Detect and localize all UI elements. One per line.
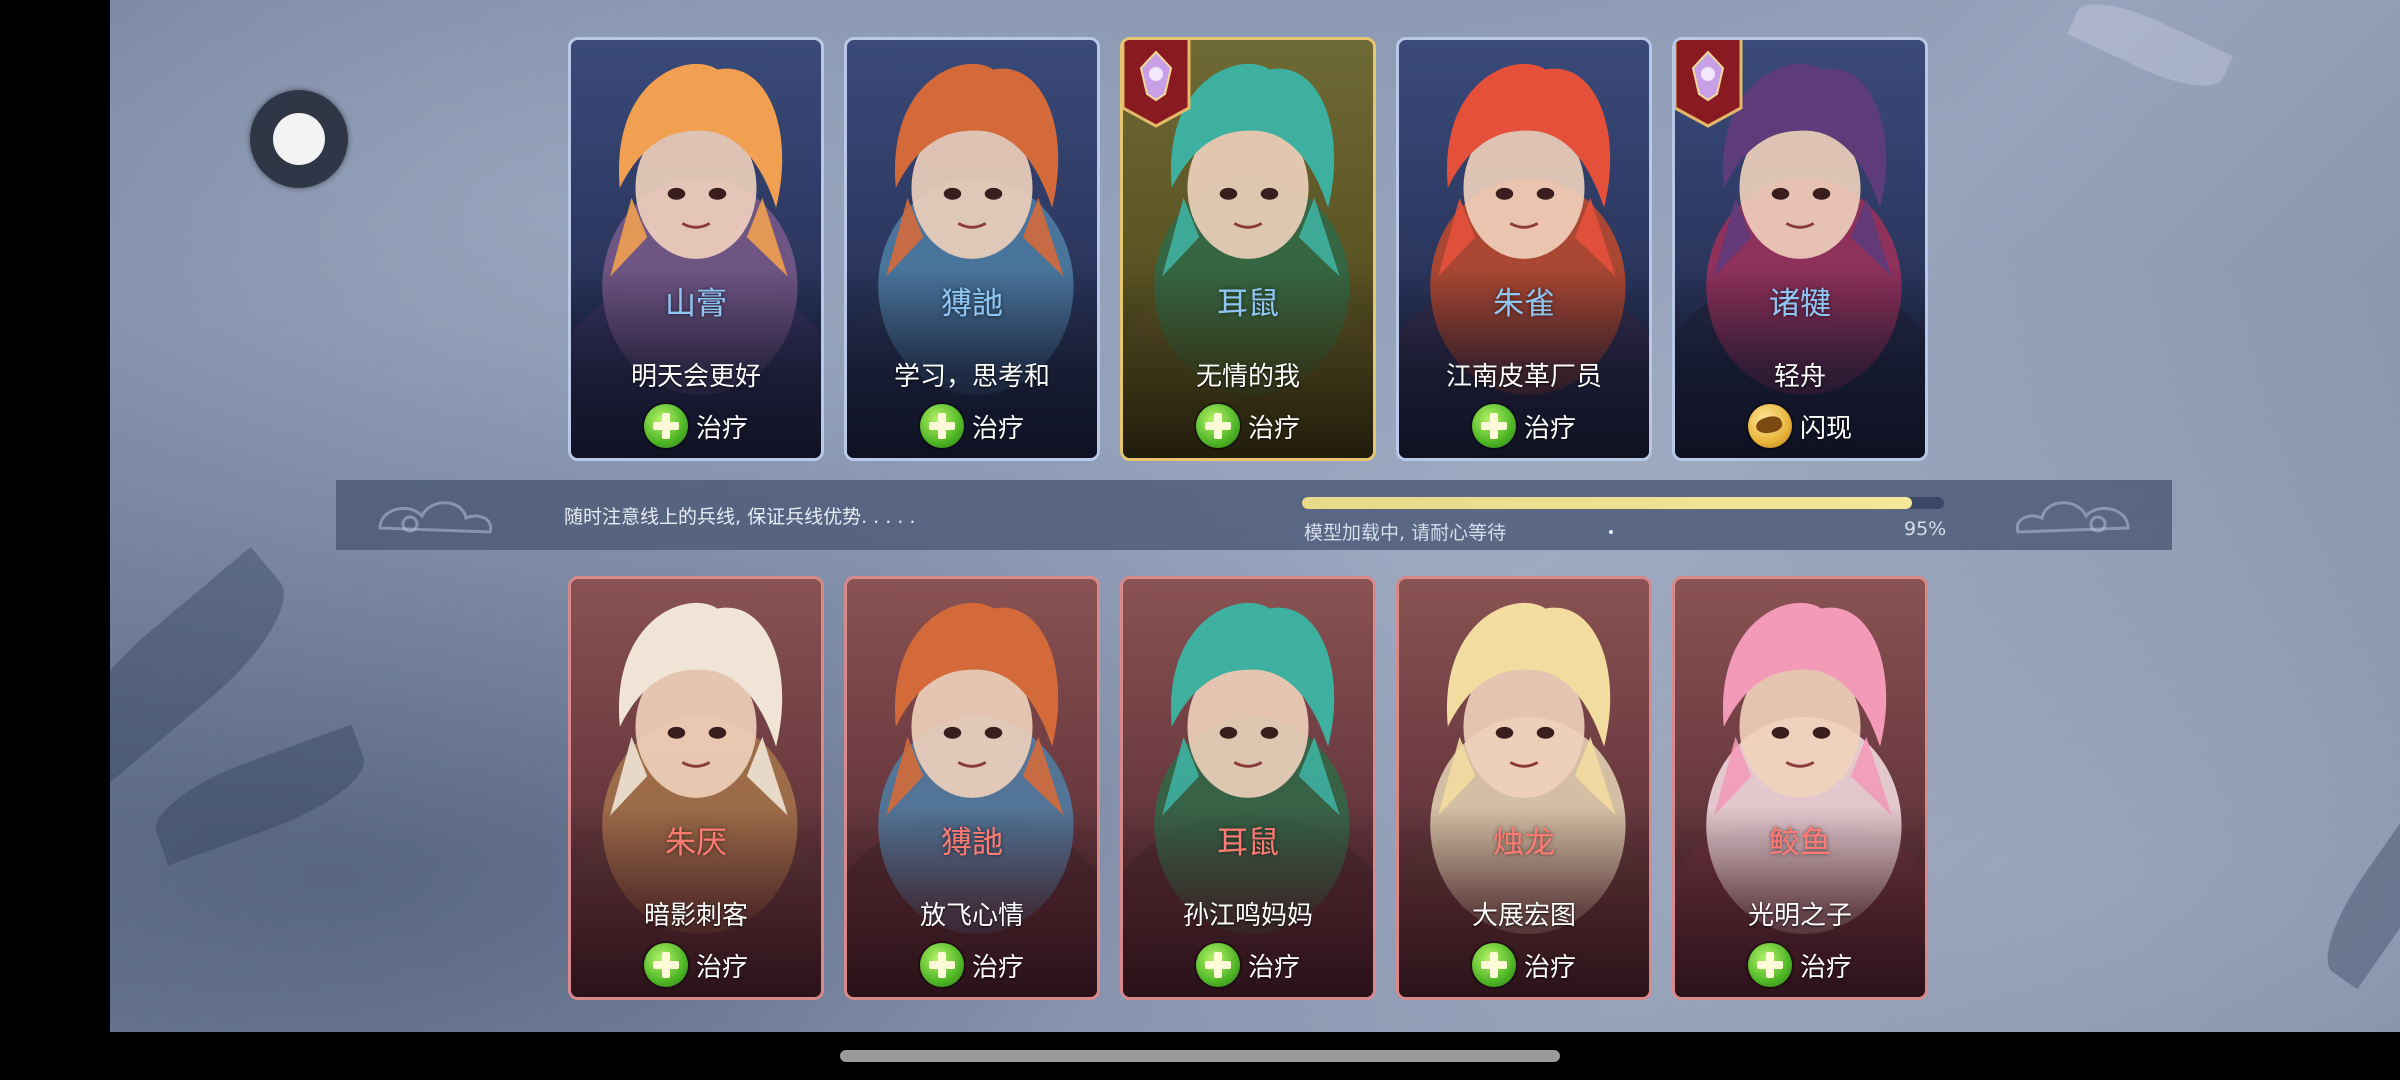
floating-assistant-dot-icon bbox=[273, 113, 325, 165]
loading-status-text: 模型加载中, 请耐心等待 bbox=[1304, 522, 1507, 544]
enemy-team-row: 朱厌 暗影刺客 治疗 猼訑 放飞心情 治疗 耳鼠 孙江鸣妈妈 治疗 烛龙 大展宏图 治疗 鲛鱼 光明之子治… bbox=[568, 576, 1928, 1000]
summoner-skill: 治疗 bbox=[847, 941, 1097, 989]
enemy-player-card: 耳鼠孙江鸣妈妈治疗 bbox=[1120, 576, 1376, 1000]
skill-label: 治疗 bbox=[695, 952, 748, 983]
heal-icon bbox=[1195, 404, 1240, 448]
loading-bar-panel: 随时注意线上的兵线, 保证兵线优势. . . . . 模型加载中, 请耐心等待 … bbox=[336, 480, 2172, 550]
player-name: 暗影刺客 bbox=[643, 901, 748, 931]
floating-assistant-button[interactable] bbox=[250, 90, 348, 188]
player-name: 明天会更好 bbox=[630, 362, 761, 392]
flash-icon bbox=[1747, 404, 1792, 448]
skill-label: 治疗 bbox=[1247, 413, 1300, 444]
heal-icon bbox=[919, 943, 964, 987]
ally-player-card: 朱雀江南皮革厂员治疗 bbox=[1396, 37, 1652, 461]
heal-icon bbox=[1471, 943, 1516, 987]
hero-name: 诸犍 bbox=[1769, 286, 1831, 322]
skill-label: 治疗 bbox=[971, 413, 1024, 444]
skill-label: 治疗 bbox=[1799, 952, 1852, 983]
summoner-skill: 治疗 bbox=[1123, 941, 1373, 989]
enemy-player-card: 朱厌暗影刺客治疗 bbox=[568, 576, 824, 1000]
ally-player-card: 猼訑学习，思考和治疗 bbox=[844, 37, 1100, 461]
summoner-skill: 治疗 bbox=[1123, 402, 1373, 450]
ally-player-card: 耳鼠无情的我治疗 bbox=[1120, 37, 1376, 461]
background-leaf-decoration bbox=[2308, 790, 2400, 990]
player-name: 学习，思考和 bbox=[893, 362, 1050, 392]
background-leaf-decoration bbox=[110, 546, 309, 784]
hero-name: 耳鼠 bbox=[1217, 286, 1279, 322]
ally-player-card: 诸犍轻舟闪现 bbox=[1672, 37, 1928, 461]
background-leaf-decoration bbox=[144, 724, 376, 866]
hero-name: 山膏 bbox=[665, 286, 727, 322]
player-name: 江南皮革厂员 bbox=[1445, 362, 1602, 392]
ally-player-card: 山膏明天会更好治疗 bbox=[568, 37, 824, 461]
skill-label: 治疗 bbox=[971, 952, 1024, 983]
summoner-skill: 治疗 bbox=[1675, 941, 1925, 989]
heal-icon bbox=[1747, 943, 1792, 987]
heal-icon bbox=[643, 404, 688, 448]
summoner-skill: 治疗 bbox=[847, 402, 1097, 450]
summoner-skill: 治疗 bbox=[1399, 402, 1649, 450]
hero-name: 朱雀 bbox=[1493, 286, 1555, 322]
summoner-skill: 闪现 bbox=[1675, 402, 1925, 450]
skill-label: 治疗 bbox=[695, 413, 748, 444]
rank-badge-icon bbox=[1123, 40, 1191, 128]
rank-badge-icon bbox=[1675, 40, 1743, 128]
game-screen: 山膏 明天会更好 治疗 猼訑 学习，思考和 治疗 耳鼠 无情的我 治疗 朱雀 江南皮革厂员 治疗 诸犍轻… bbox=[0, 0, 2400, 1080]
player-name: 大展宏图 bbox=[1471, 901, 1576, 931]
hero-name: 耳鼠 bbox=[1217, 825, 1279, 861]
heal-icon bbox=[1195, 943, 1240, 987]
hero-name: 猼訑 bbox=[941, 825, 1003, 861]
skill-label: 治疗 bbox=[1523, 413, 1576, 444]
enemy-player-card: 烛龙大展宏图治疗 bbox=[1396, 576, 1652, 1000]
player-name: 轻舟 bbox=[1773, 362, 1826, 392]
hero-name: 鲛鱼 bbox=[1769, 825, 1831, 861]
player-name: 光明之子 bbox=[1747, 901, 1852, 931]
ally-team-row: 山膏 明天会更好 治疗 猼訑 学习，思考和 治疗 耳鼠 无情的我 治疗 朱雀 江南皮革厂员 治疗 诸犍轻… bbox=[568, 37, 1928, 461]
heal-icon bbox=[643, 943, 688, 987]
player-name: 放飞心情 bbox=[919, 901, 1024, 931]
summoner-skill: 治疗 bbox=[571, 402, 821, 450]
hero-name: 猼訑 bbox=[941, 286, 1003, 322]
loading-progress-fill bbox=[1302, 497, 1912, 509]
loading-tip-text: 随时注意线上的兵线, 保证兵线优势. . . . . bbox=[564, 506, 916, 528]
skill-label: 治疗 bbox=[1247, 952, 1300, 983]
player-name: 无情的我 bbox=[1195, 362, 1300, 392]
skill-label: 闪现 bbox=[1799, 413, 1852, 444]
heal-icon bbox=[1471, 404, 1516, 448]
cloud-ornament-right-icon bbox=[2015, 501, 2130, 534]
loading-percent-text: 95% bbox=[1904, 518, 1947, 540]
skill-label: 治疗 bbox=[1523, 952, 1576, 983]
loading-spinner-dot bbox=[1609, 530, 1613, 534]
enemy-player-card: 猼訑放飞心情治疗 bbox=[844, 576, 1100, 1000]
summoner-skill: 治疗 bbox=[1399, 941, 1649, 989]
enemy-player-card: 鲛鱼光明之子治疗 bbox=[1672, 576, 1928, 1000]
summoner-skill: 治疗 bbox=[571, 941, 821, 989]
system-gesture-bar[interactable] bbox=[840, 1050, 1560, 1062]
background-leaf-decoration bbox=[2066, 0, 2234, 102]
loading-progress-bar bbox=[1302, 497, 1944, 509]
cloud-ornament-left-icon bbox=[378, 501, 493, 534]
hero-name: 朱厌 bbox=[665, 825, 727, 861]
heal-icon bbox=[919, 404, 964, 448]
player-name: 孙江鸣妈妈 bbox=[1182, 901, 1313, 931]
hero-name: 烛龙 bbox=[1493, 825, 1555, 861]
